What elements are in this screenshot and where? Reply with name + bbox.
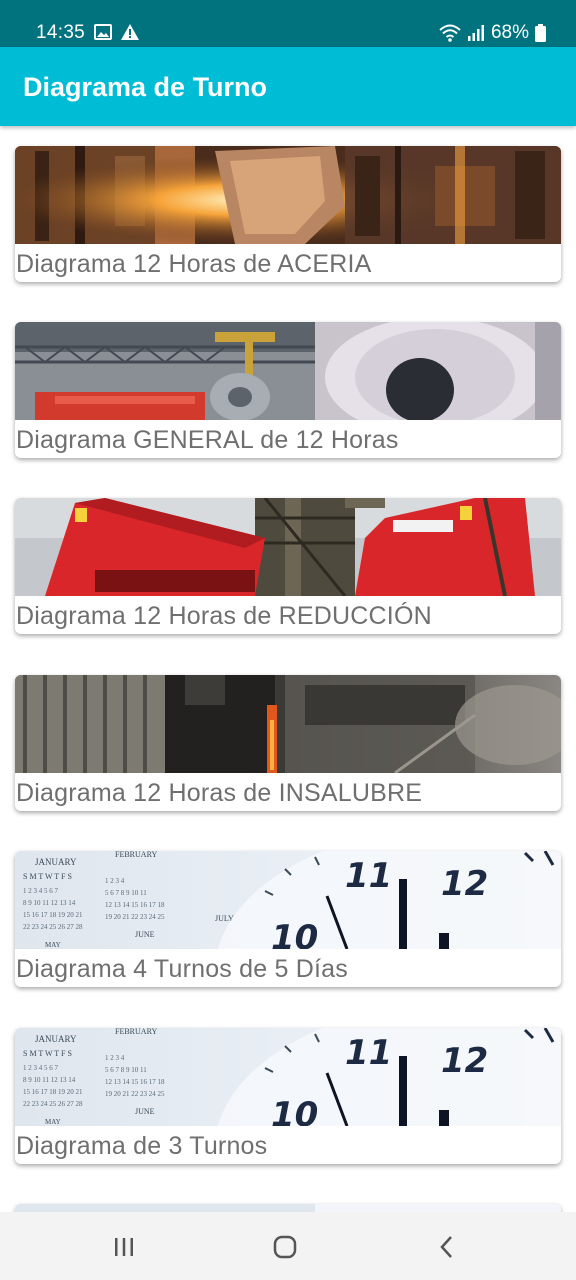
image-icon — [94, 24, 112, 40]
signal-icon — [467, 25, 484, 41]
clock-number: 12 — [441, 1041, 488, 1081]
app-title: Diagrama de Turno — [23, 72, 268, 102]
calendar-weekdays: S M T W T F S — [23, 872, 72, 881]
card-label: Diagrama 12 Horas de ACERIA — [16, 250, 372, 278]
back-icon — [440, 1236, 452, 1258]
battery-percentage: 68% — [490, 22, 529, 43]
diagram-card-4-turnos[interactable]: JANUARY FEBRUARY S M T W T F S 1 2 3 4 5… — [15, 851, 561, 987]
industrial-plant-image — [15, 498, 561, 596]
calendar-weekdays: S M T W T F S — [23, 1049, 72, 1058]
status-bar: 14:35 68% — [0, 0, 576, 47]
calendar-month: MAY — [45, 941, 61, 949]
calendar-month: JANUARY — [35, 1034, 77, 1044]
svg-text:15 16 17 18 19 20 21: 15 16 17 18 19 20 21 — [23, 1088, 83, 1096]
calendar-month: FEBRUARY — [115, 1028, 157, 1036]
card-label: Diagrama de 3 Turnos — [16, 1132, 268, 1160]
card-label: Diagrama GENERAL de 12 Horas — [16, 426, 399, 454]
diagram-card-reduccion[interactable]: Diagrama 12 Horas de REDUCCIÓN — [15, 498, 561, 634]
diagram-card-partial[interactable] — [15, 1204, 561, 1212]
app-bar: Diagrama de Turno — [0, 47, 576, 126]
svg-text:12 13 14 15 16 17 18: 12 13 14 15 16 17 18 — [105, 1078, 165, 1086]
svg-text:5 6 7 8 9 10 11: 5 6 7 8 9 10 11 — [105, 889, 147, 897]
clock-number: 10 — [271, 918, 318, 949]
svg-text:12 13 14 15 16 17 18: 12 13 14 15 16 17 18 — [105, 901, 165, 909]
svg-text:1 2 3 4: 1 2 3 4 — [105, 1054, 125, 1062]
svg-text:15 16 17 18 19 20 21: 15 16 17 18 19 20 21 — [23, 911, 83, 919]
calendar-month: MAY — [45, 1118, 61, 1126]
back-button[interactable] — [427, 1232, 467, 1262]
diagram-card-insalubre[interactable]: Diagrama 12 Horas de INSALUBRE — [15, 675, 561, 811]
recent-apps-icon — [115, 1238, 133, 1256]
status-notification-icons — [94, 24, 139, 40]
home-button[interactable] — [265, 1232, 305, 1262]
svg-text:5 6 7 8 9 10 11: 5 6 7 8 9 10 11 — [105, 1066, 147, 1074]
svg-text:1 2 3 4 5 6 7: 1 2 3 4 5 6 7 — [23, 887, 59, 895]
diagram-list[interactable]: Diagrama 12 Horas de ACERIA Diagrama GEN… — [0, 126, 576, 1212]
svg-text:8 9 10 11 12 13 14: 8 9 10 11 12 13 14 — [23, 1076, 76, 1084]
clock-number: 12 — [441, 864, 488, 904]
calendar-month: JANUARY — [35, 857, 77, 867]
alert-icon — [121, 24, 139, 40]
svg-text:19 20 21 22 23 24 25: 19 20 21 22 23 24 25 — [105, 913, 165, 921]
home-icon — [273, 1235, 297, 1259]
status-time: 14:35 — [36, 22, 86, 43]
status-system-icons: 68% — [439, 22, 546, 44]
battery-icon — [535, 24, 546, 42]
steel-coil-image — [15, 322, 561, 420]
calendar-clock-image: JANUARY FEBRUARY S M T W T F S 1 2 3 4 5… — [15, 1028, 561, 1126]
diagram-card-general[interactable]: Diagrama GENERAL de 12 Horas — [15, 322, 561, 458]
svg-text:8 9 10 11 12 13 14: 8 9 10 11 12 13 14 — [23, 899, 76, 907]
clock-number: 11 — [345, 856, 392, 896]
clock-number: 11 — [345, 1033, 392, 1073]
furnace-smoke-image — [15, 675, 561, 773]
card-label: Diagrama 4 Turnos de 5 Días — [16, 955, 348, 983]
calendar-month: JUNE — [135, 930, 155, 939]
svg-text:1 2 3 4 5 6 7: 1 2 3 4 5 6 7 — [23, 1064, 59, 1072]
diagram-card-3-turnos[interactable]: JANUARY FEBRUARY S M T W T F S 1 2 3 4 5… — [15, 1028, 561, 1164]
clock-number: 10 — [271, 1095, 318, 1126]
svg-text:19 20 21 22 23 24 25: 19 20 21 22 23 24 25 — [105, 1090, 165, 1098]
steel-pour-image — [15, 146, 561, 244]
card-label: Diagrama 12 Horas de INSALUBRE — [16, 779, 423, 807]
svg-text:22 23 24 25 26 27 28: 22 23 24 25 26 27 28 — [23, 1100, 83, 1108]
calendar-month: FEBRUARY — [115, 851, 157, 859]
navigation-bar — [0, 1212, 576, 1280]
svg-text:1 2 3 4: 1 2 3 4 — [105, 877, 125, 885]
svg-text:22 23 24 25 26 27 28: 22 23 24 25 26 27 28 — [23, 923, 83, 931]
card-label: Diagrama 12 Horas de REDUCCIÓN — [16, 602, 432, 630]
calendar-clock-image — [15, 1204, 561, 1212]
calendar-month: JUNE — [135, 1107, 155, 1116]
diagram-card-aceria[interactable]: Diagrama 12 Horas de ACERIA — [15, 146, 561, 282]
recent-apps-button[interactable] — [104, 1232, 144, 1262]
wifi-icon — [439, 24, 461, 42]
calendar-clock-image: JANUARY FEBRUARY S M T W T F S 1 2 3 4 5… — [15, 851, 561, 949]
